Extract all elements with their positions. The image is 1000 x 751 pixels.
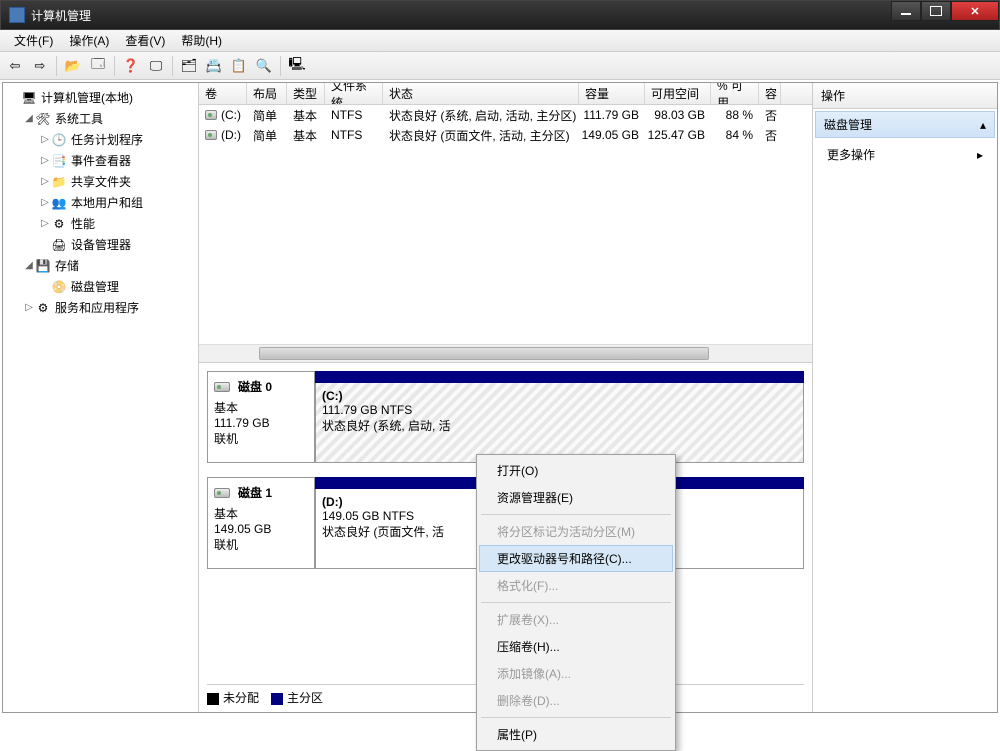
ctx-properties[interactable]: 属性(P) [479, 721, 673, 748]
volume-table: 卷 布局 类型 文件系统 状态 容量 可用空间 % 可用 容 (C:) 简单 基… [199, 83, 812, 363]
ctx-format: 格式化(F)... [479, 572, 673, 599]
disk-icon [214, 382, 230, 392]
actions-more[interactable]: 更多操作▸ [813, 140, 997, 169]
header-fs[interactable]: 文件系统 [325, 83, 383, 104]
refresh-icon[interactable]: 🗂 [178, 55, 200, 77]
extra-icon[interactable]: 🖳 [286, 55, 308, 77]
ctx-markactive: 将分区标记为活动分区(M) [479, 518, 673, 545]
volume-header: 卷 布局 类型 文件系统 状态 容量 可用空间 % 可用 容 [199, 83, 812, 105]
toolbar: ⇦ ⇨ 📂 🗔 ❓ 🖵 🗂 📇 📋 🔍 🖳 [0, 52, 1000, 80]
clock-icon: 🕒 [51, 132, 67, 148]
window-buttons [891, 1, 999, 21]
detail-icon[interactable]: 🔍 [253, 55, 275, 77]
tree-diskmgmt[interactable]: 📀磁盘管理 [5, 276, 196, 297]
tree-panel: 🖥计算机管理(本地) ◢🛠系统工具 ▷🕒任务计划程序 ▷📑事件查看器 ▷📁共享文… [3, 83, 199, 712]
ctx-extend: 扩展卷(X)... [479, 606, 673, 633]
list-icon[interactable]: 📋 [228, 55, 250, 77]
tree-devicemgr[interactable]: 🖨设备管理器 [5, 234, 196, 255]
ctx-addmirror: 添加镜像(A)... [479, 660, 673, 687]
disk-icon: 📀 [51, 279, 67, 295]
drive-icon [205, 130, 217, 140]
actions-header: 操作 [813, 83, 997, 109]
help-icon[interactable]: ❓ [120, 55, 142, 77]
storage-icon: 💾 [35, 258, 51, 274]
header-status[interactable]: 状态 [383, 83, 579, 104]
volume-row-c[interactable]: (C:) 简单 基本 NTFS 状态良好 (系统, 启动, 活动, 主分区) 1… [199, 105, 812, 125]
tree-storage[interactable]: ◢💾存储 [5, 255, 196, 276]
header-free[interactable]: 可用空间 [645, 83, 711, 104]
context-menu: 打开(O) 资源管理器(E) 将分区标记为活动分区(M) 更改驱动器号和路径(C… [476, 454, 676, 751]
ctx-delete: 删除卷(D)... [479, 687, 673, 714]
event-icon: 📑 [51, 153, 67, 169]
collapse-icon: ▴ [980, 118, 986, 132]
disk-icon [214, 488, 230, 498]
forward-icon[interactable]: ⇨ [29, 55, 51, 77]
actions-panel: 操作 磁盘管理▴ 更多操作▸ [813, 83, 997, 712]
services-icon: ⚙ [35, 300, 51, 316]
show-hide-icon[interactable]: 🗔 [87, 55, 109, 77]
menubar: 文件(F) 操作(A) 查看(V) 帮助(H) [0, 30, 1000, 52]
tools-icon: 🛠 [35, 111, 51, 127]
header-fault[interactable]: 容 [759, 83, 781, 104]
tree-eventviewer[interactable]: ▷📑事件查看器 [5, 150, 196, 171]
header-capacity[interactable]: 容量 [579, 83, 645, 104]
minimize-button[interactable] [891, 1, 921, 21]
tree-services[interactable]: ▷⚙服务和应用程序 [5, 297, 196, 318]
close-button[interactable] [951, 1, 999, 21]
tree-root[interactable]: 🖥计算机管理(本地) [5, 87, 196, 108]
disk-row-0: 磁盘 0 基本 111.79 GB 联机 (C:) 111.79 GB NTFS… [207, 371, 804, 463]
partition-header [315, 371, 804, 383]
volume-row-d[interactable]: (D:) 简单 基本 NTFS 状态良好 (页面文件, 活动, 主分区) 149… [199, 125, 812, 145]
ctx-open[interactable]: 打开(O) [479, 457, 673, 484]
users-icon: 👥 [51, 195, 67, 211]
menu-view[interactable]: 查看(V) [117, 30, 173, 51]
ctx-shrink[interactable]: 压缩卷(H)... [479, 633, 673, 660]
tree-systools[interactable]: ◢🛠系统工具 [5, 108, 196, 129]
actions-diskmgmt[interactable]: 磁盘管理▴ [815, 111, 995, 138]
legend-primary-icon [271, 693, 283, 705]
settings-icon[interactable]: 📇 [203, 55, 225, 77]
header-pct[interactable]: % 可用 [711, 83, 759, 104]
header-layout[interactable]: 布局 [247, 83, 287, 104]
window-title: 计算机管理 [31, 7, 91, 24]
disk-info-0[interactable]: 磁盘 0 基本 111.79 GB 联机 [207, 371, 315, 463]
up-icon[interactable]: 📂 [62, 55, 84, 77]
volume-body: (C:) 简单 基本 NTFS 状态良好 (系统, 启动, 活动, 主分区) 1… [199, 105, 812, 344]
ctx-changedrive[interactable]: 更改驱动器号和路径(C)... [479, 545, 673, 572]
disk-info-1[interactable]: 磁盘 1 基本 149.05 GB 联机 [207, 477, 315, 569]
back-icon[interactable]: ⇦ [4, 55, 26, 77]
chevron-right-icon: ▸ [977, 148, 983, 162]
titlebar: 计算机管理 [0, 0, 1000, 30]
volume-scrollbar[interactable] [199, 344, 812, 362]
view-icon[interactable]: 🖵 [145, 55, 167, 77]
tree-sharedfolders[interactable]: ▷📁共享文件夹 [5, 171, 196, 192]
tree-localusers[interactable]: ▷👥本地用户和组 [5, 192, 196, 213]
performance-icon: ⚙ [51, 216, 67, 232]
tree-taskscheduler[interactable]: ▷🕒任务计划程序 [5, 129, 196, 150]
partition-c[interactable]: (C:) 111.79 GB NTFS 状态良好 (系统, 启动, 活 [315, 383, 804, 463]
device-icon: 🖨 [51, 237, 67, 253]
computer-icon: 🖥 [21, 90, 37, 106]
header-type[interactable]: 类型 [287, 83, 325, 104]
legend-unallocated-icon [207, 693, 219, 705]
ctx-explorer[interactable]: 资源管理器(E) [479, 484, 673, 511]
menu-action[interactable]: 操作(A) [61, 30, 117, 51]
share-icon: 📁 [51, 174, 67, 190]
app-icon [9, 7, 25, 23]
tree-performance[interactable]: ▷⚙性能 [5, 213, 196, 234]
disk-parts-0: (C:) 111.79 GB NTFS 状态良好 (系统, 启动, 活 [315, 371, 804, 463]
header-volume[interactable]: 卷 [199, 83, 247, 104]
drive-icon [205, 110, 217, 120]
maximize-button[interactable] [921, 1, 951, 21]
menu-help[interactable]: 帮助(H) [173, 30, 230, 51]
menu-file[interactable]: 文件(F) [6, 30, 61, 51]
